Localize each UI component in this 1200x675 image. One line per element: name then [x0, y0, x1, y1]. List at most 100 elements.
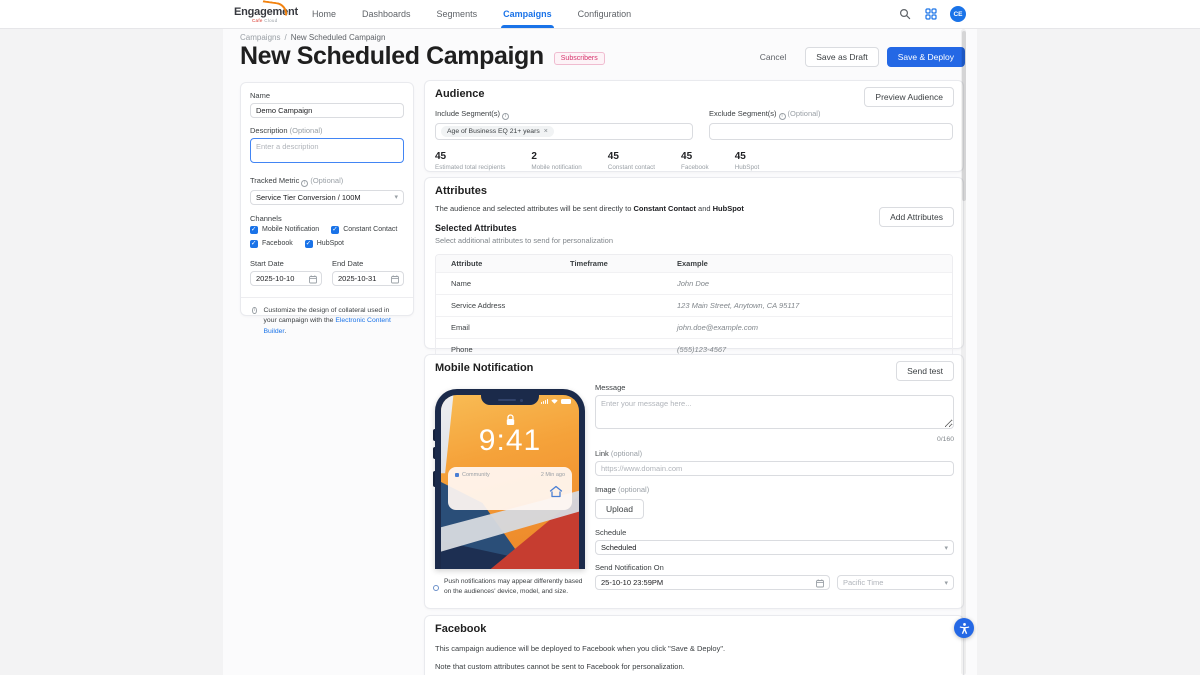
nav-item-home[interactable]: Home — [310, 0, 338, 28]
tracked-metric-label: Tracked Metric i (Optional) — [250, 176, 344, 187]
checkbox-checked-icon — [331, 225, 340, 234]
audience-stats: 45 Estimated total recipients 2 Mobile not… — [435, 151, 953, 171]
end-date-label: End Date — [332, 258, 364, 268]
checkbox-checked-icon — [250, 239, 258, 248]
stat-mobile-notification: 2 Mobile notification — [531, 150, 582, 171]
checkbox-checked-icon — [304, 239, 313, 248]
attributes-table: Attribute Timeframe Example Name John Do… — [435, 254, 953, 361]
facebook-section: Facebook This campaign audience will be … — [424, 615, 964, 675]
info-icon[interactable]: i — [502, 112, 510, 120]
apps-grid-icon[interactable] — [924, 7, 938, 21]
include-segments-label: Include Segment(s) i — [435, 109, 693, 120]
table-row[interactable]: Email john.doe@example.com — [436, 316, 952, 338]
audience-section: Audience Preview Audience Include Segmen… — [424, 80, 964, 172]
battery-icon — [561, 399, 571, 404]
upload-button[interactable]: Upload — [595, 499, 644, 519]
nav-item-segments[interactable]: Segments — [435, 0, 480, 28]
wifi-icon — [551, 399, 558, 404]
search-icon[interactable] — [898, 7, 912, 21]
cancel-button[interactable]: Cancel — [749, 47, 797, 67]
message-textarea[interactable] — [595, 395, 954, 429]
exclude-segments-input[interactable] — [709, 122, 953, 140]
notification-app-name: Community — [462, 472, 490, 478]
user-avatar[interactable]: CE — [950, 6, 966, 22]
segment-tag: Age of Business EQ 21+ years × — [441, 125, 554, 137]
engagement-cloud-logo[interactable]: Engagement Cafe Cloud — [234, 0, 298, 23]
info-icon[interactable]: i — [778, 112, 786, 120]
phone-notch — [481, 395, 539, 405]
exclude-segments-label: Exclude Segment(s) i (Optional) — [709, 109, 821, 120]
page-header: New Scheduled Campaign Subscribers Cance… — [240, 42, 965, 71]
info-icon[interactable]: i — [301, 179, 309, 187]
accessibility-button[interactable] — [954, 618, 974, 638]
save-and-deploy-button[interactable]: Save & Deploy — [886, 46, 965, 67]
chevron-down-icon: ▾ — [394, 194, 398, 201]
channel-checkbox-constant-contact[interactable]: Constant Contact — [331, 225, 397, 234]
remove-tag-icon[interactable]: × — [544, 128, 548, 135]
facebook-attributes-note: Note that custom attributes cannot be se… — [435, 662, 685, 671]
chevron-down-icon: ▾ — [944, 544, 948, 552]
signal-icon — [540, 399, 548, 404]
selected-attributes-title: Selected Attributes — [435, 223, 517, 233]
col-header-attribute: Attribute — [451, 259, 483, 268]
campaign-name-input[interactable] — [250, 103, 404, 118]
vertical-scrollbar[interactable] — [961, 29, 966, 675]
selected-attributes-subtitle: Select additional attributes to send for… — [435, 236, 614, 245]
end-date-input[interactable]: 2025-10-31 — [332, 270, 404, 286]
schedule-select[interactable]: Scheduled ▾ — [595, 540, 954, 555]
home-icon — [549, 485, 563, 503]
nav-item-configuration[interactable]: Configuration — [576, 0, 634, 28]
scrollbar-thumb[interactable] — [961, 31, 966, 201]
nav-item-campaigns[interactable]: Campaigns — [501, 0, 554, 28]
description-textarea[interactable] — [250, 138, 404, 163]
calendar-icon — [816, 579, 824, 590]
top-navigation-bar: Engagement Cafe Cloud Home Dashboards Se… — [0, 0, 1200, 29]
facebook-deploy-note: This campaign audience will be deployed … — [435, 644, 726, 653]
logo-subtext: Cafe Cloud — [252, 17, 278, 23]
nav-item-dashboards[interactable]: Dashboards — [360, 0, 413, 28]
stat-facebook: 45 Facebook — [681, 150, 709, 171]
link-input[interactable] — [595, 461, 954, 476]
channel-checkbox-hubspot[interactable]: HubSpot — [304, 239, 344, 248]
channel-checkbox-facebook[interactable]: Facebook — [250, 239, 293, 248]
include-segments-input[interactable]: Age of Business EQ 21+ years × — [435, 122, 693, 140]
character-counter: 0/160 — [936, 436, 954, 443]
mobile-notification-section: Mobile Notification Send test 9:41 Commu… — [424, 354, 964, 609]
send-datetime-input[interactable]: 25-10-10 23:59PM — [595, 575, 830, 590]
mobile-notification-form: Message 0/160 Link (optional) Image (opt… — [595, 383, 954, 590]
save-as-draft-button[interactable]: Save as Draft — [805, 46, 879, 67]
header-actions: Cancel Save as Draft Save & Deploy — [749, 46, 965, 67]
app-canvas: Engagement Cafe Cloud Home Dashboards Se… — [0, 0, 1200, 675]
phone-volume-button — [433, 447, 435, 459]
phone-status-icons — [540, 399, 571, 404]
start-date-input[interactable]: 2025-10-10 — [250, 270, 322, 286]
campaign-settings-panel: Name Description (Optional) Tracked Metr… — [240, 82, 414, 335]
notification-banner: Community 2 Min ago — [448, 467, 572, 510]
divider — [241, 296, 413, 298]
breadcrumb-parent[interactable]: Campaigns — [240, 33, 280, 42]
page-title: New Scheduled Campaign — [240, 42, 544, 70]
channel-checkbox-mobile-notification[interactable]: Mobile Notification — [250, 225, 319, 234]
phone-clock: 9:41 — [478, 424, 542, 457]
attributes-section: Attributes The audience and selected att… — [424, 177, 964, 361]
preview-audience-button[interactable]: Preview Audience — [864, 87, 954, 107]
push-notification-disclaimer: Push notifications may appear differentl… — [433, 577, 589, 597]
tracked-metric-select[interactable]: Service Tier Conversion / 100M ▾ — [250, 189, 404, 205]
stat-hubspot: 45 HubSpot — [734, 150, 760, 171]
nav-links: Home Dashboards Segments Campaigns Confi… — [310, 0, 633, 28]
timezone-select[interactable]: Pacific Time ▾ — [837, 575, 954, 590]
add-attributes-button[interactable]: Add Attributes — [879, 207, 954, 227]
send-test-button[interactable]: Send test — [896, 361, 954, 381]
mobile-notification-title: Mobile Notification — [435, 362, 534, 374]
col-header-timeframe: Timeframe — [570, 259, 608, 268]
start-date-label: Start Date — [250, 258, 284, 268]
schedule-label: Schedule — [595, 528, 627, 537]
phone-preview-mockup: 9:41 Community 2 Min ago — [433, 389, 585, 569]
stat-constant-contact: 45 Constant contact — [607, 150, 656, 171]
send-notification-on-label: Send Notification On — [595, 563, 664, 572]
table-row[interactable]: Service Address 123 Main Street, Anytown… — [436, 294, 952, 316]
name-label: Name — [250, 91, 271, 100]
info-icon — [433, 585, 439, 591]
table-row[interactable]: Name John Doe — [436, 272, 952, 294]
content-builder-note: i Customize the design of collateral use… — [252, 306, 391, 335]
